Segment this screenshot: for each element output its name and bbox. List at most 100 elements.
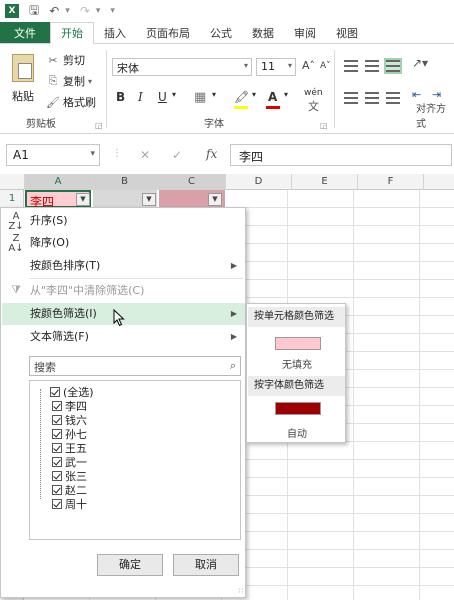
copy-button[interactable]: ⎘ 复制 ▾ <box>46 73 92 89</box>
paste-label: 粘贴 <box>12 90 34 103</box>
underline-icon[interactable]: U <box>158 90 167 104</box>
checkbox-checked-icon[interactable] <box>52 429 62 439</box>
font-color-icon[interactable]: A <box>268 90 277 104</box>
checkbox-checked-icon[interactable] <box>52 401 62 411</box>
checkbox-checked-icon[interactable] <box>52 443 62 453</box>
filter-value-list[interactable]: (全选) 李四 钱六 孙七 王五 武一 张三 赵二 周十 <box>29 380 241 540</box>
redo-icon[interactable]: ↷ <box>80 4 90 18</box>
redo-dropdown-icon[interactable]: ▾ <box>96 6 101 16</box>
list-item[interactable]: 张三 <box>52 469 87 483</box>
clipboard-launcher-icon[interactable]: ◲ <box>95 121 103 130</box>
filter-dropdown-button-a[interactable]: ▼ <box>76 193 90 206</box>
list-item[interactable]: 周十 <box>52 497 87 511</box>
italic-icon[interactable]: I <box>138 90 143 104</box>
save-icon[interactable]: 🖫 <box>29 1 39 22</box>
no-fill-label[interactable]: 无填充 <box>247 356 347 371</box>
fill-color-icon[interactable]: 🖍 <box>234 90 249 104</box>
cancel-icon[interactable]: ✕ <box>140 148 150 162</box>
undo-dropdown-icon[interactable]: ▾ <box>65 6 70 16</box>
checkbox-checked-icon[interactable] <box>52 415 62 425</box>
insert-function-icon[interactable]: fx <box>206 147 217 161</box>
list-item[interactable]: (全选) <box>50 385 94 399</box>
font-color-dropdown-icon[interactable]: ▾ <box>284 90 288 99</box>
checkbox-checked-icon[interactable] <box>52 499 62 509</box>
border-dropdown-icon[interactable]: ▾ <box>212 90 216 99</box>
tab-review[interactable]: 审阅 <box>284 22 326 43</box>
align-bottom-icon[interactable] <box>384 58 402 74</box>
customize-qat-icon[interactable]: ▾ <box>110 6 115 16</box>
tab-data[interactable]: 数据 <box>242 22 284 43</box>
checkbox-checked-icon[interactable] <box>52 485 62 495</box>
cut-button[interactable]: ✂ 剪切 <box>46 52 85 68</box>
text-filter-label: 文本筛选(F) <box>30 330 89 343</box>
name-box[interactable]: A1 ▾ <box>6 144 100 166</box>
list-item[interactable]: 钱六 <box>52 413 87 427</box>
search-icon: ⌕ <box>229 359 236 372</box>
fill-dropdown-icon[interactable]: ▾ <box>252 90 256 99</box>
column-header-c[interactable]: C <box>158 174 226 190</box>
chevron-right-icon: ▶ <box>230 261 237 270</box>
increase-font-icon[interactable]: A˄ <box>302 59 315 72</box>
border-icon[interactable]: ▦ <box>194 90 206 105</box>
underline-dropdown-icon[interactable]: ▾ <box>172 90 176 99</box>
sort-descending-icon: Z A↓ <box>8 233 24 254</box>
list-item[interactable]: 王五 <box>52 441 87 455</box>
column-header-d[interactable]: D <box>226 174 292 190</box>
checkbox-checked-icon[interactable] <box>52 471 62 481</box>
formula-input[interactable]: 李四 <box>230 144 452 166</box>
column-header-a[interactable]: A <box>25 174 92 190</box>
format-painter-button[interactable]: 🖌 格式刷 <box>46 94 96 110</box>
align-middle-icon[interactable] <box>365 60 379 72</box>
select-all-corner[interactable] <box>0 174 25 190</box>
row-header-1[interactable]: 1 <box>0 190 24 208</box>
ok-button[interactable]: 确定 <box>97 554 163 576</box>
auto-label[interactable]: 自动 <box>247 425 347 440</box>
tab-insert[interactable]: 插入 <box>94 22 136 43</box>
font-launcher-icon[interactable]: ◲ <box>320 121 328 130</box>
column-header-e[interactable]: E <box>292 174 358 190</box>
menu-item-sort-by-color[interactable]: 按颜色排序(T) ▶ <box>2 255 245 277</box>
copy-label: 复制 <box>63 75 85 88</box>
list-item[interactable]: 孙七 <box>52 427 87 441</box>
autofilter-menu: A Z↓ 升序(S) Z A↓ 降序(O) 按颜色排序(T) ▶ ⧩ 从"李四"中清… <box>0 207 246 598</box>
decrease-font-icon[interactable]: A˅ <box>320 61 331 71</box>
menu-item-sort-descending[interactable]: Z A↓ 降序(O) <box>2 232 245 254</box>
font-size-select[interactable]: 11 ▾ <box>256 58 296 76</box>
column-header-f[interactable]: F <box>358 174 424 190</box>
bold-icon[interactable]: B <box>116 90 125 104</box>
undo-icon[interactable]: ↶ <box>49 4 59 18</box>
ribbon-home: 粘贴 ✂ 剪切 ⎘ 复制 ▾ 🖌 格式刷 剪贴板 ◲ 宋体 ▾ 11 ▾ A˄ … <box>0 44 454 134</box>
list-item[interactable]: 武一 <box>52 455 87 469</box>
tab-page-layout[interactable]: 页面布局 <box>136 22 200 43</box>
format-painter-label: 格式刷 <box>63 96 96 109</box>
align-center-icon[interactable] <box>365 92 379 104</box>
tab-formulas[interactable]: 公式 <box>200 22 242 43</box>
cell-color-swatch[interactable] <box>275 337 321 350</box>
orientation-icon[interactable]: ↗▾ <box>412 56 428 70</box>
tab-view[interactable]: 视图 <box>326 22 368 43</box>
paste-button[interactable]: 粘贴 <box>8 54 38 104</box>
cancel-button[interactable]: 取消 <box>173 554 239 576</box>
font-name-select[interactable]: 宋体 ▾ <box>112 58 252 76</box>
filter-search-input[interactable]: 搜索 ⌕ <box>29 356 241 376</box>
filter-dropdown-button-c[interactable]: ▼ <box>208 193 222 206</box>
resize-grip-icon[interactable]: ∷ <box>239 587 243 595</box>
copy-dropdown-icon[interactable]: ▾ <box>88 77 92 86</box>
phonetic-icon[interactable]: wén <box>304 88 323 98</box>
tab-file[interactable]: 文件 <box>0 22 50 43</box>
filter-dropdown-button-b[interactable]: ▼ <box>142 193 156 206</box>
align-right-icon[interactable] <box>386 92 400 104</box>
font-color-swatch[interactable] <box>275 402 321 415</box>
list-item[interactable]: 赵二 <box>52 483 87 497</box>
menu-item-text-filter[interactable]: 文本筛选(F) ▶ <box>2 326 245 348</box>
enter-icon[interactable]: ✓ <box>172 148 182 162</box>
list-item[interactable]: 李四 <box>52 399 87 413</box>
align-left-icon[interactable] <box>344 92 358 104</box>
column-header-b[interactable]: B <box>92 174 158 190</box>
checkbox-checked-icon[interactable] <box>50 387 60 397</box>
checkbox-checked-icon[interactable] <box>52 457 62 467</box>
tab-home[interactable]: 开始 <box>50 22 94 44</box>
alignment-group-label: 对齐方式 <box>416 104 446 130</box>
align-top-icon[interactable] <box>344 60 358 72</box>
menu-item-sort-ascending[interactable]: A Z↓ 升序(S) <box>2 210 245 232</box>
